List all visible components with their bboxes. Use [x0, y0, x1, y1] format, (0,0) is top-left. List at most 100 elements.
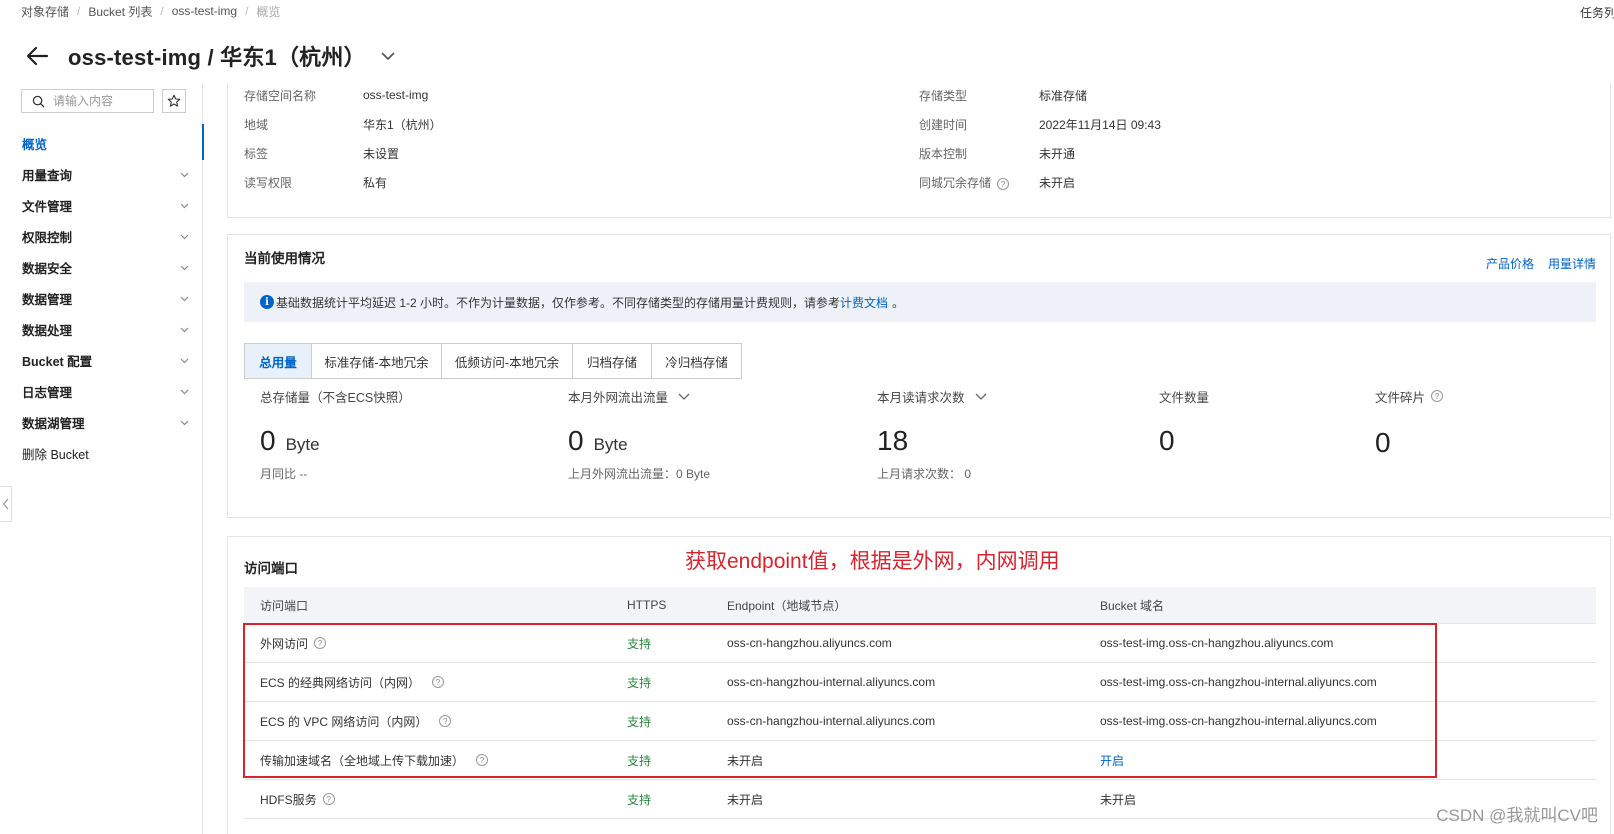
- usage-detail-link[interactable]: 用量详情: [1548, 255, 1596, 272]
- help-icon[interactable]: ?: [997, 178, 1010, 190]
- notice-end: 。: [892, 295, 905, 310]
- header-https: HTTPS: [627, 598, 667, 612]
- sidebar-item-log-management[interactable]: 日志管理: [0, 378, 203, 404]
- row-domain: oss-test-img.oss-cn-hangzhou.aliyuncs.co…: [1100, 636, 1334, 650]
- sidebar-collapse-handle[interactable]: [0, 486, 12, 522]
- tab-standard-lrs[interactable]: 标准存储-本地冗余: [312, 344, 442, 378]
- tab-ia-lrs[interactable]: 低频访问-本地冗余: [442, 344, 573, 378]
- chevron-down-icon: [975, 393, 986, 400]
- sidebar-item-delete-bucket[interactable]: 删除 Bucket: [0, 440, 203, 466]
- chevron-down-icon: [180, 203, 189, 209]
- breadcrumb-bucket[interactable]: oss-test-img: [172, 4, 237, 18]
- row-endpoint: oss-cn-hangzhou-internal.aliyuncs.com: [727, 675, 936, 689]
- sidebar-item-label: 数据管理: [22, 292, 73, 307]
- usage-notice: i 基础数据统计平均延迟 1-2 小时。不作为计量数据，仅作参考。不同存储类型的…: [244, 282, 1596, 322]
- tab-total[interactable]: 总用量: [245, 344, 312, 378]
- row-name: ECS 的经典网络访问（内网）?: [244, 674, 627, 691]
- usage-links: 产品价格 用量详情: [1486, 255, 1596, 272]
- info-label: 存储类型: [919, 88, 968, 103]
- sidebar-item-label: 文件管理: [22, 199, 73, 214]
- row-name: 传输加速域名（全地域上传下载加速）?: [244, 752, 627, 769]
- table-row: ECS 的 VPC 网络访问（内网）? 支持 oss-cn-hangzhou-i…: [244, 702, 1596, 741]
- info-label: 版本控制: [919, 146, 968, 161]
- chevron-down-icon: [180, 420, 189, 426]
- sidebar-item-label: Bucket 配置: [22, 354, 93, 369]
- row-https: 支持: [627, 636, 652, 651]
- tab-archive[interactable]: 归档存储: [573, 344, 652, 378]
- row-endpoint: 未开启: [727, 753, 764, 768]
- sidebar-item-usage-query[interactable]: 用量查询: [0, 161, 203, 187]
- sidebar-item-data-management[interactable]: 数据管理: [0, 285, 203, 311]
- table-row: ECS 的经典网络访问（内网）? 支持 oss-cn-hangzhou-inte…: [244, 663, 1596, 702]
- help-icon[interactable]: ?: [439, 715, 452, 727]
- help-icon[interactable]: ?: [1431, 390, 1444, 402]
- info-value: 未开启: [1039, 175, 1076, 190]
- sidebar-search-input[interactable]: [53, 94, 149, 108]
- red-annotation-text: 获取endpoint值，根据是外网，内网调用: [685, 550, 1060, 573]
- stat-value: 0 Byte: [568, 425, 628, 456]
- sidebar-item-label: 概览: [22, 137, 48, 152]
- stat-label[interactable]: 本月外网流出流量: [568, 387, 710, 405]
- usage-card: 当前使用情况 产品价格 用量详情 i 基础数据统计平均延迟 1-2 小时。不作为…: [227, 234, 1611, 518]
- stat-label: 文件碎片?: [1375, 387, 1444, 405]
- info-label: 存储空间名称: [244, 88, 317, 103]
- info-value: 华东1（杭州）: [363, 117, 442, 132]
- stat-value: 0: [1159, 425, 1175, 456]
- row-endpoint: 未开启: [727, 792, 764, 807]
- sidebar-item-label: 数据处理: [22, 323, 73, 338]
- sidebar: 概览 用量查询 文件管理 权限控制 数据安全 数据管理 数据处理 Bucket …: [0, 84, 204, 834]
- stat-sub: 月同比 --: [260, 467, 308, 481]
- bucket-info-card: 存储空间名称 oss-test-img 地域 华东1（杭州） 标签 未设置 读写权限 私…: [227, 84, 1611, 218]
- search-icon: [32, 95, 45, 108]
- breadcrumb-object-storage[interactable]: 对象存储: [21, 3, 69, 20]
- header-domain: Bucket 域名: [1100, 598, 1165, 613]
- info-label: 创建时间: [919, 117, 968, 132]
- row-name: 外网访问?: [244, 635, 627, 652]
- tab-cold-archive[interactable]: 冷归档存储: [652, 344, 741, 378]
- sidebar-item-overview[interactable]: 概览: [0, 124, 204, 160]
- row-https: 支持: [627, 714, 652, 729]
- billing-doc-link[interactable]: 计费文档: [840, 294, 888, 311]
- favorite-button[interactable]: [162, 89, 186, 113]
- row-https: 支持: [627, 675, 652, 690]
- header-endpoint: Endpoint（地域节点）: [727, 598, 847, 613]
- sidebar-item-label: 数据安全: [22, 261, 73, 276]
- breadcrumb-bucket-list[interactable]: Bucket 列表: [88, 3, 152, 20]
- info-value: 未设置: [363, 146, 400, 161]
- sidebar-item-bucket-config[interactable]: Bucket 配置: [0, 347, 203, 373]
- info-value: 未开通: [1039, 146, 1076, 161]
- help-icon[interactable]: ?: [476, 754, 489, 766]
- page-header: oss-test-img / 华东1（杭州）: [24, 38, 396, 74]
- sidebar-item-label: 数据湖管理: [22, 416, 85, 431]
- product-price-link[interactable]: 产品价格: [1486, 255, 1534, 272]
- sidebar-item-file-management[interactable]: 文件管理: [0, 192, 203, 218]
- stat-file-fragments: 文件碎片? 0: [1375, 387, 1444, 461]
- chevron-down-icon: [180, 172, 189, 178]
- task-list-link[interactable]: 任务列表: [1580, 4, 1614, 21]
- help-icon[interactable]: ?: [322, 793, 335, 805]
- table-row: 外网访问? 支持 oss-cn-hangzhou.aliyuncs.com os…: [244, 624, 1596, 663]
- row-endpoint: oss-cn-hangzhou-internal.aliyuncs.com: [727, 714, 936, 728]
- enable-acceleration-link[interactable]: 开启: [1100, 752, 1596, 769]
- info-value: 私有: [363, 175, 388, 190]
- info-label: 标签: [244, 146, 269, 161]
- stat-outbound-traffic: 本月外网流出流量 0 Byte 上月外网流出流量：0 Byte: [568, 387, 710, 482]
- sidebar-item-data-lake[interactable]: 数据湖管理: [0, 409, 203, 435]
- info-label: 地域: [244, 117, 269, 132]
- help-icon[interactable]: ?: [432, 676, 445, 688]
- chevron-down-icon: [180, 358, 189, 364]
- chevron-down-icon[interactable]: [380, 48, 396, 64]
- sidebar-item-access-control[interactable]: 权限控制: [0, 223, 203, 249]
- table-row: 传输加速域名（全地域上传下载加速）? 支持 未开启 开启: [244, 741, 1596, 780]
- stat-sub: 上月外网流出流量：0 Byte: [568, 467, 711, 481]
- stat-value: 0 Byte: [260, 425, 320, 456]
- back-arrow-icon[interactable]: [24, 43, 50, 69]
- page-title: oss-test-img / 华东1（杭州）: [68, 45, 366, 70]
- row-name: HDFS服务?: [244, 791, 627, 808]
- sidebar-item-data-processing[interactable]: 数据处理: [0, 316, 203, 342]
- header-port: 访问端口: [260, 598, 309, 613]
- stat-label[interactable]: 本月读请求次数: [877, 387, 987, 405]
- help-icon[interactable]: ?: [314, 637, 327, 649]
- info-icon: i: [260, 295, 274, 309]
- sidebar-item-data-security[interactable]: 数据安全: [0, 254, 203, 280]
